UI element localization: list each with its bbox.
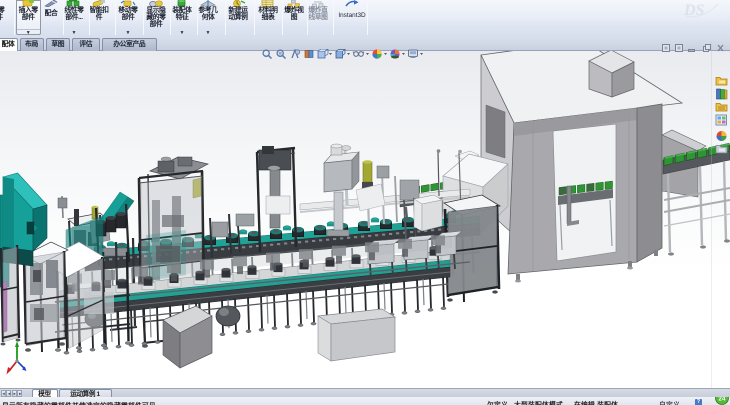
svg-text:24: 24: [718, 397, 726, 403]
